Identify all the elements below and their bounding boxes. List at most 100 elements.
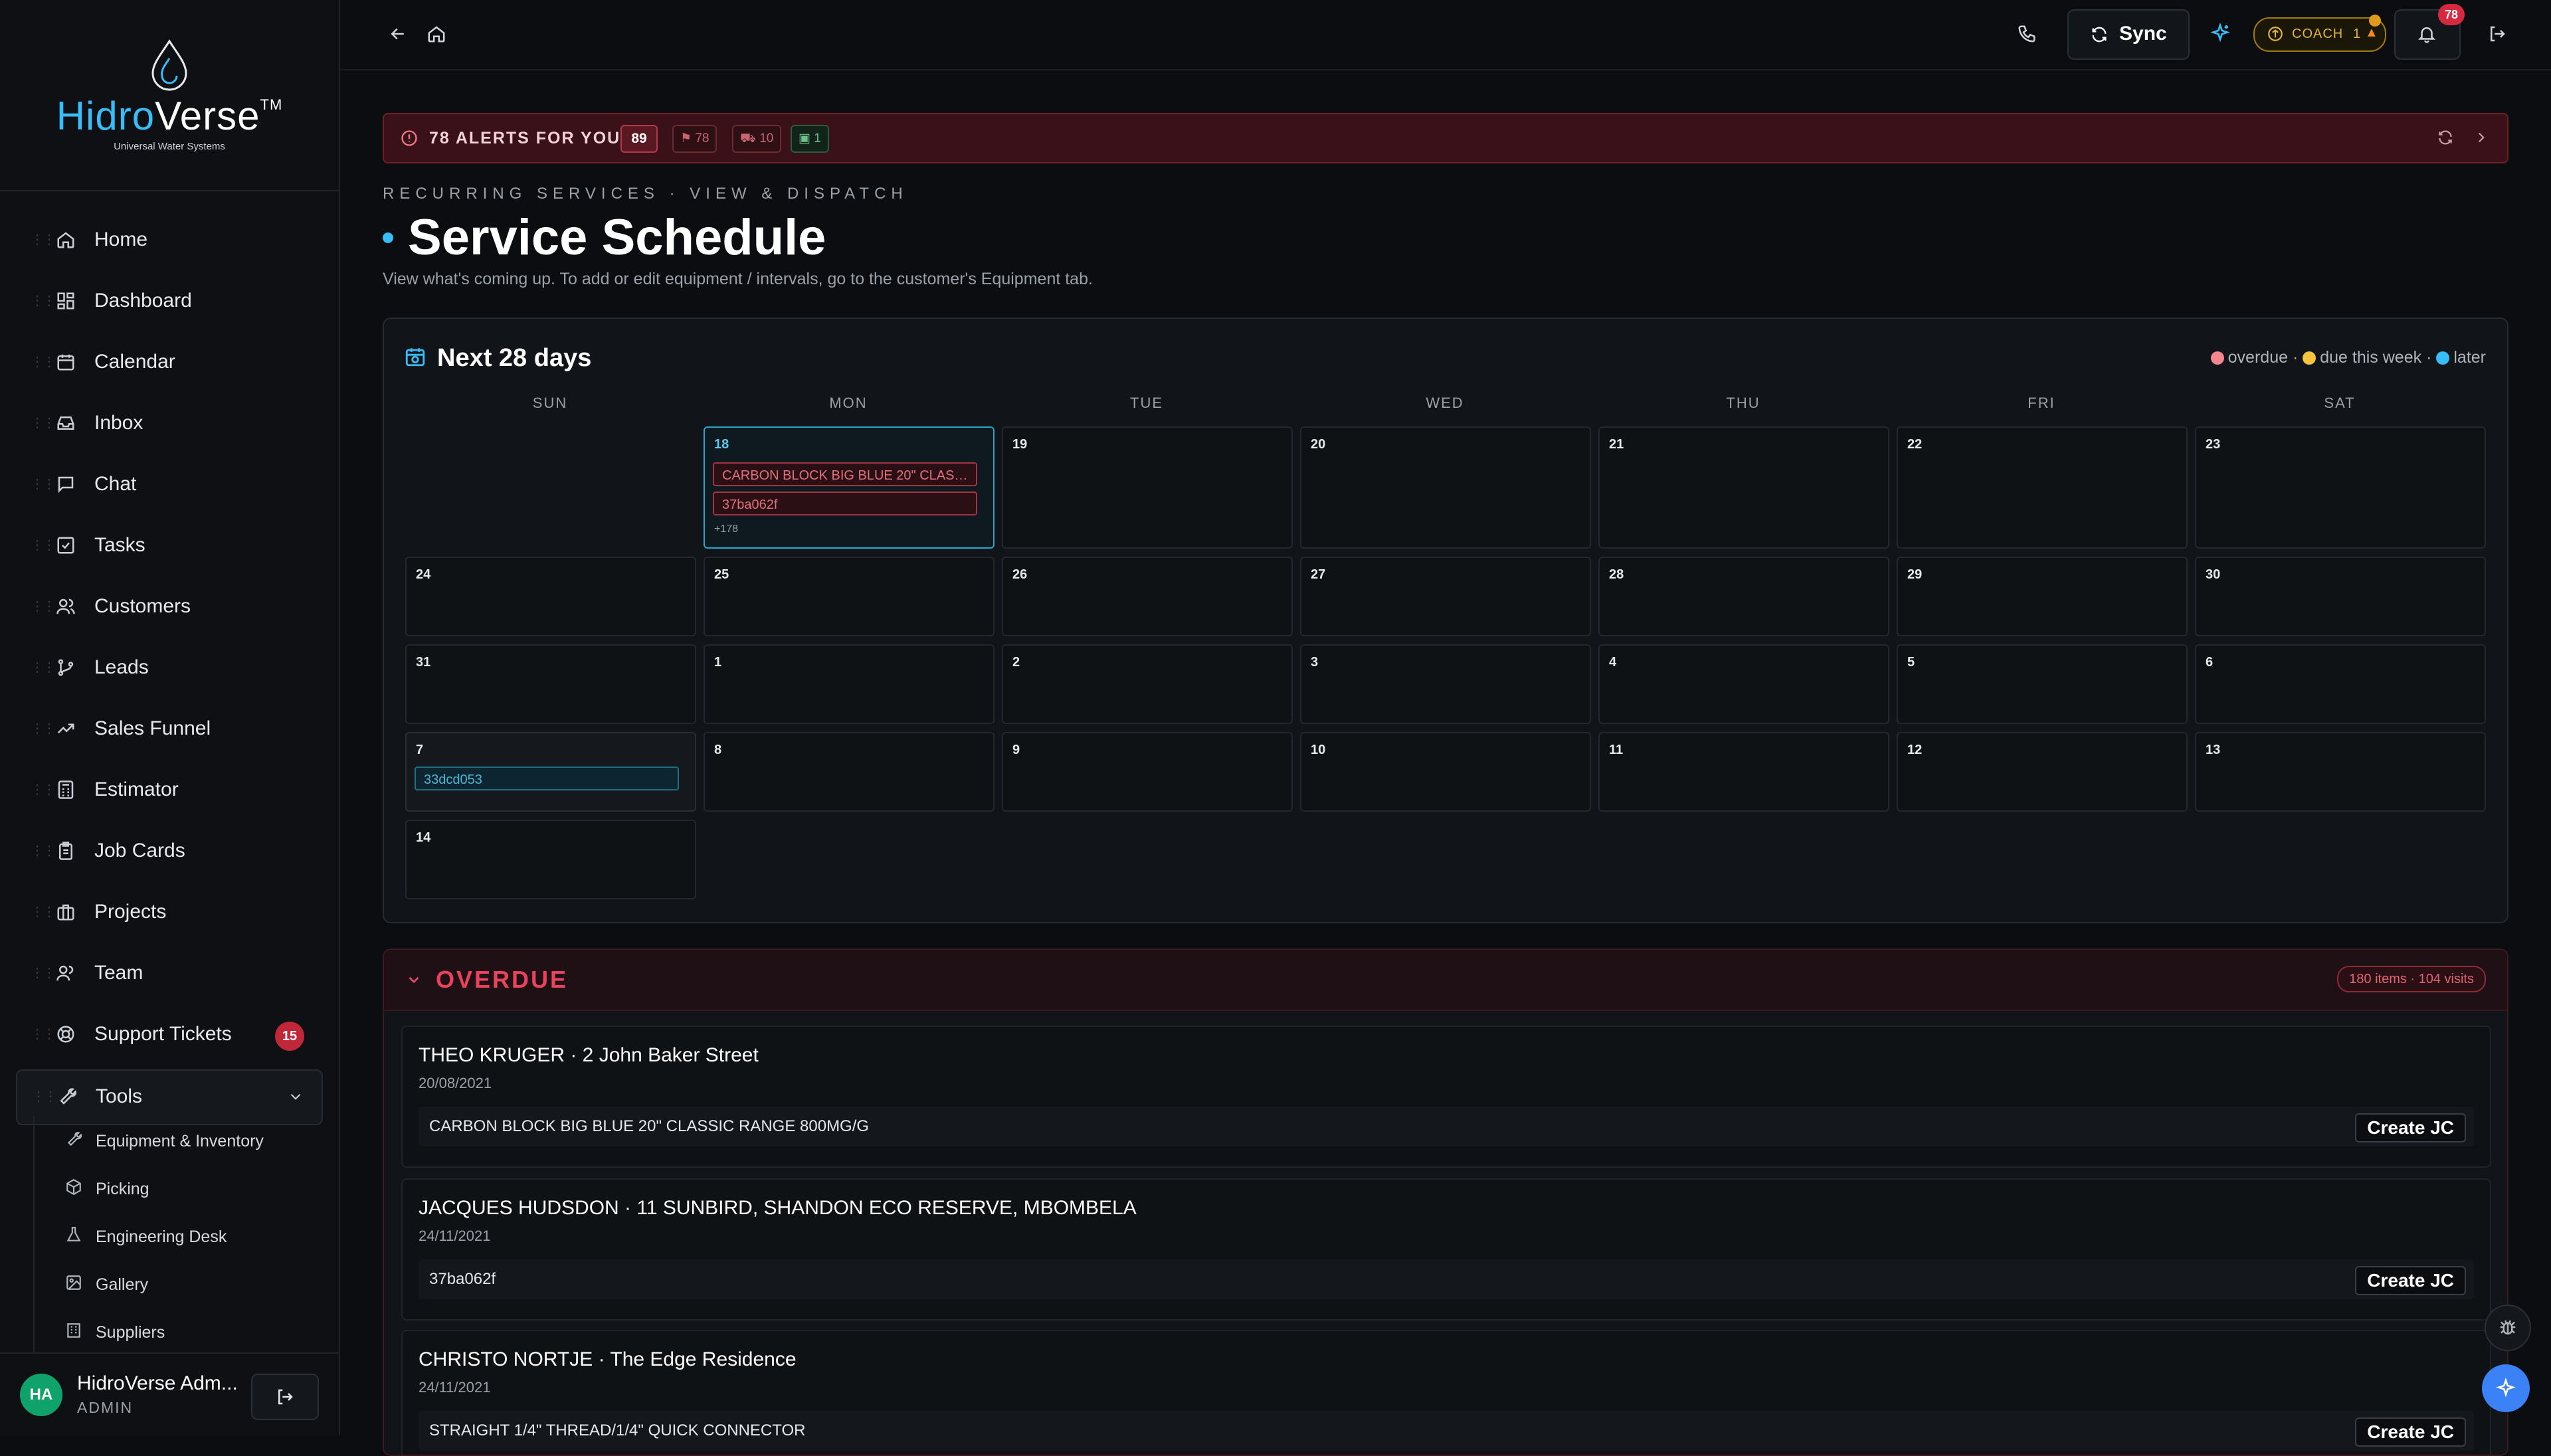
drag-handle-icon[interactable]: ⋮⋮ [31, 781, 56, 798]
equipment-row: CARBON BLOCK BIG BLUE 20" CLASSIC RANGE … [419, 1107, 2474, 1146]
avatar[interactable]: HA [20, 1374, 62, 1416]
sidebar-item-team[interactable]: ⋮⋮ Team [16, 942, 323, 1003]
calendar-day[interactable]: 5 [1897, 644, 2188, 724]
calendar-day[interactable]: 20 [1300, 426, 1591, 549]
cart-alerts-pill[interactable]: ⛟ 10 [732, 125, 782, 153]
day-number: 9 [1012, 743, 1020, 757]
sidebar-item-customers[interactable]: ⋮⋮ Customers [16, 575, 323, 636]
calendar-day[interactable]: 10 [1300, 732, 1591, 812]
logout-icon[interactable] [2487, 24, 2507, 44]
drag-handle-icon[interactable]: ⋮⋮ [31, 720, 56, 737]
subnav-item-suppliers[interactable]: Suppliers [35, 1307, 327, 1355]
sidebar-item-estimator[interactable]: ⋮⋮ Estimator [16, 759, 323, 820]
subnav-item-gallery[interactable]: Gallery [35, 1259, 327, 1307]
calendar-day[interactable]: 22 [1897, 426, 2188, 549]
logout-button[interactable] [251, 1374, 319, 1420]
calendar-day[interactable]: 27 [1300, 557, 1591, 636]
calendar-day[interactable]: 24 [405, 557, 696, 636]
tools-subnav: Equipment & Inventory Picking Engineerin… [33, 1116, 327, 1355]
calendar-day[interactable]: 28 [1598, 557, 1889, 636]
bug-report-button[interactable] [2485, 1305, 2531, 1351]
calendar-day[interactable]: 23 [2195, 426, 2486, 549]
sparkle-icon[interactable] [2210, 23, 2231, 44]
sidebar-item-chat[interactable]: ⋮⋮ Chat [16, 453, 323, 514]
alerts-banner[interactable]: 78 ALERTS FOR YOU 89 ⚑ 78 ⛟ 10 ▣ 1 [383, 113, 2508, 163]
sidebar-item-inbox[interactable]: ⋮⋮ Inbox [16, 392, 323, 453]
calendar-day[interactable]: 6 [2195, 644, 2486, 724]
sidebar-item-label: Dashboard [94, 290, 192, 312]
subnav-item-picking[interactable]: Picking [35, 1164, 327, 1212]
sidebar-item-sales-funnel[interactable]: ⋮⋮ Sales Funnel [16, 697, 323, 759]
weekday-sun: SUN [532, 395, 568, 411]
schedule-event-overdue[interactable]: CARBON BLOCK BIG BLUE 20" CLASSIC RANGE … [713, 462, 977, 486]
sidebar-item-dashboard[interactable]: ⋮⋮ Dashboard [16, 270, 323, 331]
create-job-card-button[interactable]: Create JC [2355, 1417, 2466, 1447]
brand-logo[interactable]: HidroVerseTM Universal Water Systems [0, 0, 339, 191]
day-number: 24 [416, 567, 431, 582]
create-job-card-button[interactable]: Create JC [2355, 1266, 2466, 1295]
create-job-card-button[interactable]: Create JC [2355, 1113, 2466, 1142]
home-icon[interactable] [426, 24, 446, 44]
drag-handle-icon[interactable]: ⋮⋮ [31, 659, 56, 676]
calendar-day-today[interactable]: 18 CARBON BLOCK BIG BLUE 20" CLASSIC RAN… [704, 426, 994, 549]
sidebar-item-job-cards[interactable]: ⋮⋮ Job Cards [16, 820, 323, 881]
schedule-event-later[interactable]: 33dcd053 [415, 767, 679, 790]
phone-icon[interactable] [2017, 24, 2037, 44]
sidebar-item-label: Tools [96, 1085, 143, 1107]
drag-handle-icon[interactable]: ⋮⋮ [31, 292, 56, 309]
sidebar-item-support-tickets[interactable]: ⋮⋮ Support Tickets 15 [16, 1003, 323, 1064]
calendar-day[interactable]: 12 [1897, 732, 2188, 812]
subnav-item-equipment-inventory[interactable]: Equipment & Inventory [35, 1116, 327, 1164]
sidebar-item-projects[interactable]: ⋮⋮ Projects [16, 881, 323, 942]
calendar-day[interactable]: 11 [1598, 732, 1889, 812]
calendar-day[interactable]: 4 [1598, 644, 1889, 724]
calendar-day[interactable]: 21 [1598, 426, 1889, 549]
calendar-day[interactable]: 8 [704, 732, 994, 812]
coach-badge[interactable]: COACH 1 ▲ [2253, 15, 2386, 52]
day-number: 23 [2206, 437, 2221, 452]
calendar-day[interactable]: 26 [1002, 557, 1293, 636]
drag-handle-icon[interactable]: ⋮⋮ [31, 1026, 56, 1042]
back-arrow-icon[interactable] [388, 24, 408, 44]
sidebar-item-leads[interactable]: ⋮⋮ Leads [16, 636, 323, 697]
calendar-day[interactable]: 31 [405, 644, 696, 724]
sidebar-item-tasks[interactable]: ⋮⋮ Tasks [16, 514, 323, 575]
refresh-icon[interactable] [2437, 129, 2454, 146]
notifications-button[interactable]: 78 [2394, 4, 2465, 60]
drag-handle-icon[interactable]: ⋮⋮ [31, 903, 56, 920]
calendar-day[interactable]: 1 [704, 644, 994, 724]
drag-handle-icon[interactable]: ⋮⋮ [31, 353, 56, 370]
drag-handle-icon[interactable]: ⋮⋮ [31, 476, 56, 492]
box-alerts-pill[interactable]: ▣ 1 [791, 125, 829, 153]
calendar-day[interactable]: 14 [405, 820, 696, 899]
schedule-event-overdue[interactable]: 37ba062f [713, 492, 977, 515]
drag-handle-icon[interactable]: ⋮⋮ [31, 231, 56, 248]
drag-handle-icon[interactable]: ⋮⋮ [31, 598, 56, 614]
calendar-day[interactable]: 25 [704, 557, 994, 636]
calendar-day[interactable]: 19 [1002, 426, 1293, 549]
sync-button[interactable]: Sync [2067, 9, 2190, 60]
subnav-item-label: Engineering Desk [96, 1228, 227, 1246]
calendar-day[interactable]: 13 [2195, 732, 2486, 812]
drag-handle-icon[interactable]: ⋮⋮ [31, 537, 56, 553]
day-number: 30 [2206, 567, 2221, 582]
drag-handle-icon[interactable]: ⋮⋮ [31, 414, 56, 431]
drag-handle-icon[interactable]: ⋮⋮ [31, 964, 56, 981]
subnav-item-engineering-desk[interactable]: Engineering Desk [35, 1212, 327, 1259]
calendar-day[interactable]: 7 33dcd053 [405, 732, 696, 812]
overdue-header[interactable]: OVERDUE 180 items · 104 visits [384, 950, 2507, 1011]
calendar-day[interactable]: 2 [1002, 644, 1293, 724]
calendar-day[interactable]: 3 [1300, 644, 1591, 724]
calendar-day[interactable]: 30 [2195, 557, 2486, 636]
sidebar-item-home[interactable]: ⋮⋮ Home [16, 209, 323, 270]
drag-handle-icon[interactable]: ⋮⋮ [32, 1088, 57, 1105]
more-events-link[interactable]: +178 [714, 523, 738, 535]
chevron-right-icon[interactable] [2473, 129, 2490, 146]
calendar-day[interactable]: 29 [1897, 557, 2188, 636]
ai-assistant-button[interactable] [2482, 1364, 2530, 1412]
flag-alerts-pill[interactable]: ⚑ 78 [672, 125, 717, 153]
drag-handle-icon[interactable]: ⋮⋮ [31, 842, 56, 859]
sidebar-item-label: Support Tickets [94, 1023, 232, 1045]
calendar-day[interactable]: 9 [1002, 732, 1293, 812]
sidebar-item-calendar[interactable]: ⋮⋮ Calendar [16, 331, 323, 392]
